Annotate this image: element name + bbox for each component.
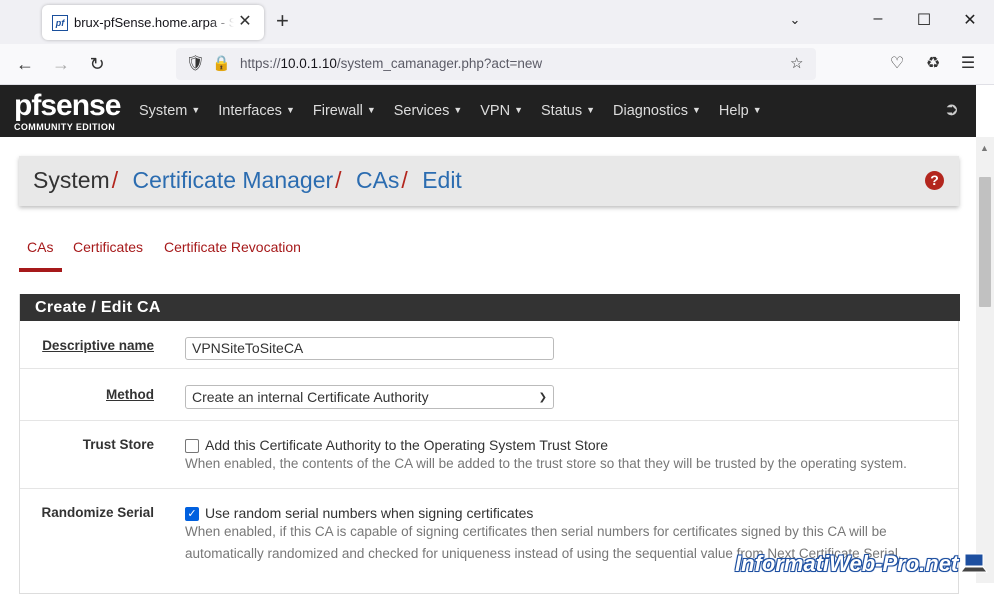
logo-subtitle: COMMUNITY EDITION — [14, 122, 116, 132]
descriptive-name-label: Descriptive name — [42, 338, 154, 353]
breadcrumb-certificate-manager[interactable]: Certificate Manager — [132, 167, 333, 193]
trust-store-label: Trust Store — [82, 437, 154, 452]
chevron-down-icon: ❯ — [538, 392, 547, 403]
randomize-serial-label: Randomize Serial — [41, 505, 154, 520]
descriptive-name-input[interactable]: VPNSiteToSiteCA — [185, 337, 554, 360]
breadcrumb-separator: / — [111, 167, 119, 193]
breadcrumb-separator: / — [401, 167, 408, 193]
menu-hamburger-icon[interactable]: ☰ — [957, 53, 979, 73]
pocket-icon[interactable]: ♡ — [886, 53, 908, 73]
scroll-up-arrow-icon[interactable]: ▲ — [980, 143, 989, 153]
row-trust-store: Trust Store Add this Certificate Authori… — [20, 421, 958, 489]
randomize-serial-checkbox[interactable]: ✓ — [185, 507, 199, 521]
randomize-serial-checkbox-label[interactable]: Use random serial numbers when signing c… — [205, 505, 533, 521]
back-arrow-icon[interactable]: ← — [13, 53, 37, 75]
menu-help[interactable]: Help ▼ — [710, 85, 771, 137]
minimize-icon[interactable]: – — [866, 10, 890, 28]
browser-tab[interactable]: pf brux-pfSense.home.arpa - System ✕ — [42, 5, 264, 40]
url-text[interactable]: https://10.0.1.10/system_camanager.php?a… — [240, 56, 542, 71]
method-select[interactable]: Create an internal Certificate Authority… — [185, 385, 554, 409]
maximize-icon[interactable]: ☐ — [912, 10, 936, 30]
page-scrollbar[interactable]: ▲ — [976, 137, 994, 583]
laptop-icon — [960, 553, 988, 573]
help-question-icon[interactable]: ? — [925, 171, 944, 190]
menu-status[interactable]: Status ▼ — [532, 85, 604, 137]
pfsense-navbar: pfsense COMMUNITY EDITION System ▼ Interf… — [0, 85, 976, 137]
breadcrumb-bar: System/ Certificate Manager/ CAs/ Edit ? — [19, 156, 959, 206]
menu-services[interactable]: Services ▼ — [385, 85, 472, 137]
bookmark-star-icon[interactable]: ☆ — [790, 54, 803, 72]
create-edit-ca-panel: Create / Edit CA Descriptive name VPNSit… — [19, 294, 960, 594]
tab-list-chevron-icon[interactable]: ⌄ — [783, 12, 807, 28]
scroll-thumb[interactable] — [979, 177, 991, 307]
browser-nav-bar: ← → ↻ 🛡 🔒 https://10.0.1.10/system_caman… — [0, 44, 994, 85]
pfsense-logo[interactable]: pfsense COMMUNITY EDITION — [14, 89, 122, 133]
breadcrumb-system: System — [33, 167, 110, 193]
extensions-icon[interactable]: ♻ — [922, 53, 944, 73]
logo-pf: pf — [14, 89, 41, 122]
trust-store-checkbox[interactable] — [185, 439, 199, 453]
logout-icon[interactable]: ➲ — [944, 99, 959, 120]
row-descriptive-name: Descriptive name VPNSiteToSiteCA — [20, 321, 958, 369]
window-close-icon[interactable]: ✕ — [958, 10, 982, 30]
tab-certificate-revocation[interactable]: Certificate Revocation — [156, 230, 309, 272]
shield-icon[interactable]: 🛡 — [186, 54, 205, 72]
browser-tab-bar: pf brux-pfSense.home.arpa - System ✕ + ⌄… — [0, 0, 994, 44]
logo-sense: sense — [40, 89, 121, 122]
breadcrumb-separator: / — [335, 167, 342, 193]
trust-store-help: When enabled, the contents of the CA wil… — [185, 456, 907, 471]
new-tab-plus-icon[interactable]: + — [276, 10, 289, 32]
trust-store-checkbox-label[interactable]: Add this Certificate Authority to the Op… — [205, 437, 608, 453]
main-menu: System ▼ Interfaces ▼ Firewall ▼ Services ▼ … — [130, 85, 771, 137]
watermark: InformatiWeb-Pro.net — [735, 551, 959, 576]
address-bar[interactable]: 🛡 🔒 https://10.0.1.10/system_camanager.p… — [176, 48, 816, 80]
panel-title: Create / Edit CA — [20, 294, 960, 321]
menu-system[interactable]: System ▼ — [130, 85, 209, 137]
pfsense-favicon-icon: pf — [52, 15, 68, 31]
lock-warning-icon[interactable]: 🔒 — [212, 54, 231, 72]
tab-title: brux-pfSense.home.arpa - System — [74, 15, 234, 30]
menu-interfaces[interactable]: Interfaces ▼ — [209, 85, 304, 137]
method-label: Method — [106, 387, 154, 402]
row-method: Method Create an internal Certificate Au… — [20, 369, 958, 421]
breadcrumb-cas[interactable]: CAs — [356, 167, 399, 193]
breadcrumb-edit[interactable]: Edit — [422, 167, 462, 193]
reload-icon[interactable]: ↻ — [85, 53, 109, 75]
menu-firewall[interactable]: Firewall ▼ — [304, 85, 385, 137]
randomize-help-line-1: When enabled, if this CA is capable of s… — [185, 524, 887, 539]
menu-diagnostics[interactable]: Diagnostics ▼ — [604, 85, 710, 137]
forward-arrow-icon[interactable]: → — [49, 53, 73, 75]
tab-certificates[interactable]: Certificates — [65, 230, 151, 272]
tab-cas[interactable]: CAs — [19, 230, 62, 272]
method-selected-value: Create an internal Certificate Authority — [192, 389, 429, 405]
menu-vpn[interactable]: VPN ▼ — [471, 85, 532, 137]
tab-close-icon[interactable]: ✕ — [236, 13, 254, 31]
breadcrumb: System/ Certificate Manager/ CAs/ Edit — [33, 167, 462, 194]
